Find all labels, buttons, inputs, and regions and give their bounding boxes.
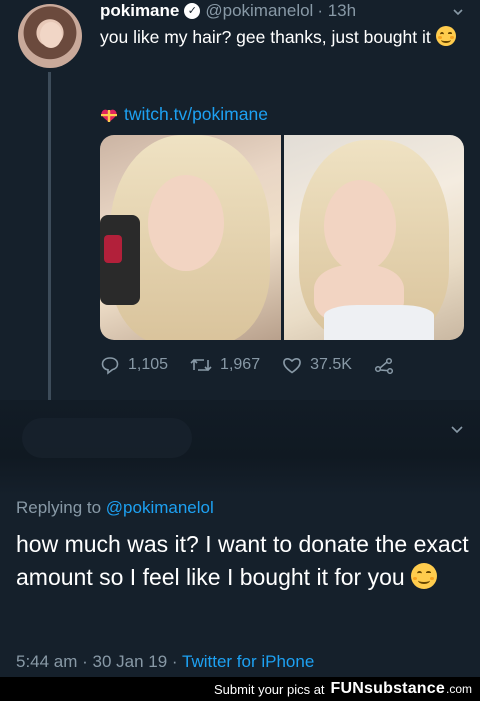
like-icon[interactable] (282, 356, 302, 374)
reply-count: 1,105 (128, 356, 169, 373)
chevron-down-icon[interactable] (452, 6, 464, 18)
replying-handle[interactable]: @pokimanelol (106, 498, 214, 517)
verified-badge-icon: ✓ (184, 3, 201, 19)
footer-prefix: Submit your pics at (214, 681, 325, 697)
photo-1[interactable] (100, 135, 281, 340)
replying-prefix: Replying to (16, 498, 102, 517)
tweet-link-row: twitch.tv/pokimane (100, 104, 268, 125)
retweet-icon[interactable] (190, 356, 212, 374)
original-tweet[interactable]: pokimane ✓ @pokimanelol · 13h you like m… (0, 0, 480, 402)
replying-to: Replying to @pokimanelol (16, 498, 471, 518)
retweet-action[interactable]: 1,967 (190, 356, 260, 374)
share-icon[interactable] (374, 356, 394, 374)
reply-source[interactable]: Twitter for iPhone (182, 652, 314, 671)
share-action[interactable] (374, 356, 402, 374)
watermark-footer: Submit your pics at FUNsubstance .com (0, 677, 480, 701)
tweet-text: you like my hair? gee thanks, just bough… (100, 26, 470, 49)
smiling-face-emoji (435, 26, 456, 46)
reply-meta: 5:44 am · 30 Jan 19 · Twitter for iPhone (16, 652, 314, 672)
thread-line (48, 72, 51, 402)
avatar[interactable] (18, 4, 82, 68)
reply-text: how much was it? I want to donate the ex… (16, 528, 471, 594)
footer-suffix: .com (445, 682, 472, 696)
reply-icon[interactable] (100, 355, 120, 375)
display-name[interactable]: pokimane (100, 1, 179, 21)
timestamp[interactable]: · 13h (317, 1, 356, 21)
tweet-text-body: you like my hair? gee thanks, just bough… (100, 27, 431, 47)
reply-text-body: how much was it? I want to donate the ex… (16, 531, 469, 590)
reply-chevron-down-icon[interactable] (450, 424, 464, 436)
gift-heart-icon (101, 109, 117, 122)
tweet-actions: 1,105 1,967 37.5K (100, 355, 424, 375)
tweet-header: pokimane ✓ @pokimanelol · 13h (100, 0, 356, 22)
handle[interactable]: @pokimanelol (205, 1, 313, 21)
media-grid[interactable] (100, 135, 464, 340)
like-count: 37.5K (310, 356, 352, 373)
reply-timestamp[interactable]: 5:44 am · 30 Jan 19 · (16, 652, 178, 671)
photo-2[interactable] (283, 135, 464, 340)
smiling-face-emoji-reply (411, 563, 438, 589)
reply-tweet[interactable]: Replying to @pokimanelol how much was it… (16, 498, 471, 594)
like-action[interactable]: 37.5K (282, 356, 352, 374)
footer-brand: FUNsubstance (330, 680, 445, 697)
retweet-count: 1,967 (220, 356, 261, 373)
redacted-area (0, 400, 480, 495)
twitch-link[interactable]: twitch.tv/pokimane (124, 104, 268, 125)
reply-action[interactable]: 1,105 (100, 355, 168, 375)
